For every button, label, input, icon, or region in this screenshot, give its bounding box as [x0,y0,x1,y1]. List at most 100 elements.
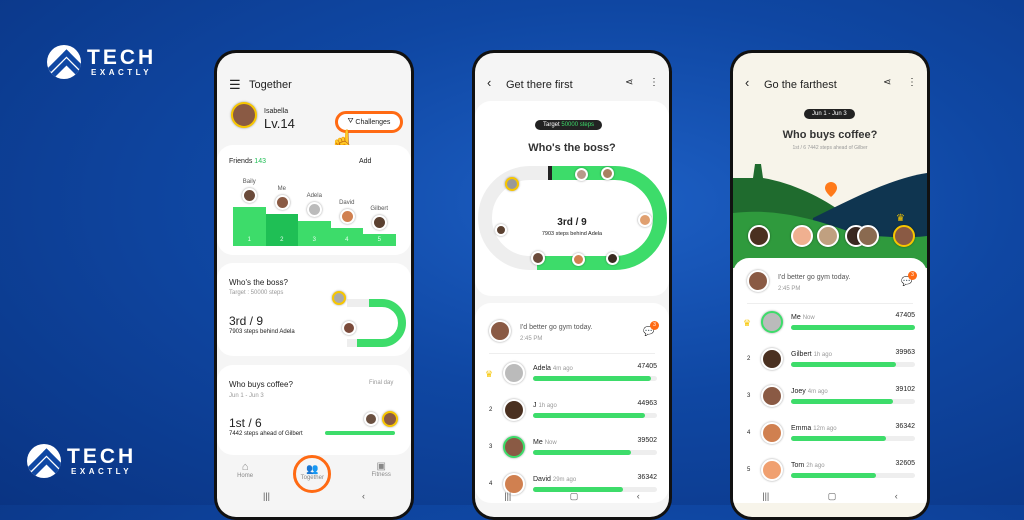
leaderboard-row[interactable]: 3 Joey 4m ago 39102 [733,380,927,416]
friend-avatar[interactable] [242,188,257,203]
avatar[interactable] [505,177,519,191]
avatar [382,411,398,427]
rank-number: 2 [489,407,493,413]
player-name: Me [791,314,801,321]
page-title: Get there first [506,79,573,91]
back-icon[interactable]: ‹ [745,75,749,90]
progress-fill [791,399,894,404]
avatar[interactable] [495,224,507,236]
friends-count: 143 [254,158,266,165]
avatar[interactable] [572,253,585,266]
avatar[interactable] [638,213,652,227]
friend-avatar[interactable] [274,195,290,210]
podium-rank: 1 [247,237,251,243]
card-title: Who buys coffee? [229,380,293,389]
player-time: 1h ago [813,352,832,358]
tech-exactly-logo-bottom: TECH EXACTLY [27,444,136,478]
challenge-title: Who's the boss? [528,142,616,154]
share-icon[interactable]: ⋖ [625,77,633,88]
coffee-challenge-card[interactable]: Who buys coffee? Final day Jun 1 - Jun 3… [217,365,411,455]
player-time: 12m ago [813,426,837,432]
friends-card[interactable]: Friends 143 Add 1 Baily 2 Me 3 Adela 4 David 5 Gi… [217,145,411,255]
player-steps: 39102 [895,386,915,393]
leaderboard-row[interactable]: 4 Emma 12m ago 36342 [733,417,927,453]
friends-label: Friends [229,158,253,165]
message-time: 2:45 PM [778,286,801,292]
friend-avatar[interactable] [372,215,387,230]
recents-icon[interactable]: ||| [762,491,769,501]
back-icon[interactable]: ‹ [637,491,640,501]
leaderboard-row[interactable]: 3 Me Now 39502 [475,431,669,467]
hamburger-icon[interactable]: ☰ [229,77,241,93]
avatar[interactable] [601,167,614,180]
home-button-icon[interactable]: ▢ [828,491,837,502]
avatar[interactable] [857,225,879,247]
leaderboard-row[interactable]: ♛ Me Now 47405 [733,306,927,342]
more-icon[interactable]: ⋮ [649,77,659,88]
my-avatar[interactable] [531,251,545,265]
leaderboard-row[interactable]: ♛ Adela 4m ago 47405 [475,357,669,393]
avatar[interactable] [791,225,813,247]
divider [747,303,913,304]
progress-track [533,413,657,418]
chat-badge: 3 [650,321,659,330]
avatar[interactable] [748,225,770,247]
avatar[interactable] [231,102,257,128]
podium-bar: 1 [233,207,266,246]
avatar [503,436,525,458]
podium-bar: 5 [363,234,396,246]
avatar[interactable] [817,225,839,247]
player-name: Adela [533,365,551,372]
leaderboard-row[interactable]: 2 Gilbert 1h ago 39963 [733,343,927,379]
player-name: Tom [791,462,805,469]
player-steps: 44963 [637,400,657,407]
recents-icon[interactable]: ||| [263,491,270,501]
message-time: 2:45 PM [520,336,543,342]
player-name-line: Tom 2h ago [791,462,825,469]
progress-bar [325,431,395,435]
share-icon[interactable]: ⋖ [883,77,891,88]
progress-fill [791,473,877,478]
avatar [761,348,783,370]
logo-subtext: EXACTLY [71,466,133,476]
leaderboard-row[interactable]: 5 Tom 2h ago 32605 [733,454,927,490]
avatar[interactable] [575,168,588,181]
friend-avatar[interactable] [307,202,322,217]
player-time: 1h ago [538,403,557,409]
tech-exactly-logo: TECH EXACTLY [47,45,156,79]
back-icon[interactable]: ‹ [487,75,491,90]
my-avatar[interactable] [893,225,915,247]
nav-label: Fitness [371,472,391,478]
home-icon: ⌂ [241,461,249,473]
back-icon[interactable]: ‹ [895,491,898,501]
podium-bar: 4 [330,228,363,246]
avatar [489,320,511,342]
back-icon[interactable]: ‹ [362,491,365,501]
rank-text: 3rd / 9 [229,314,264,328]
player-steps: 39502 [637,437,657,444]
player-time: 29m ago [552,477,577,483]
avatar[interactable] [606,252,619,265]
recents-icon[interactable]: ||| [504,491,511,501]
avatar [761,422,783,444]
boss-challenge-card[interactable]: Who's the boss? Target : 50000 steps 3rd… [217,263,411,356]
system-nav-bar: ||| ▢ ‹ [475,489,669,503]
leaderboard-row[interactable]: 2 J 1h ago 44963 [475,394,669,430]
podium-rank: 4 [345,237,349,243]
more-icon[interactable]: ⋮ [907,77,917,88]
add-friend-button[interactable]: Add [359,158,371,165]
leaderboard-card: I'd better go gym today. 2:45 PM 💬 3 ♛ Me… [733,258,927,503]
profile-level: Lv.14 [264,116,295,131]
fitness-icon: ▣ [376,461,386,472]
nav-together[interactable]: 👥 Together [293,455,332,493]
friend-avatar[interactable] [339,209,355,224]
player-name-line: Gilbert 1h ago [791,351,832,358]
player-steps: 32605 [895,460,915,467]
progress-fill [791,436,887,441]
logo-mark-icon [47,45,81,79]
crown-icon: ♛ [896,213,905,224]
progress-fill [533,413,645,418]
player-name-line: Emma 12m ago [791,425,837,432]
progress-fill [791,362,896,367]
home-button-icon[interactable]: ▢ [570,491,579,502]
